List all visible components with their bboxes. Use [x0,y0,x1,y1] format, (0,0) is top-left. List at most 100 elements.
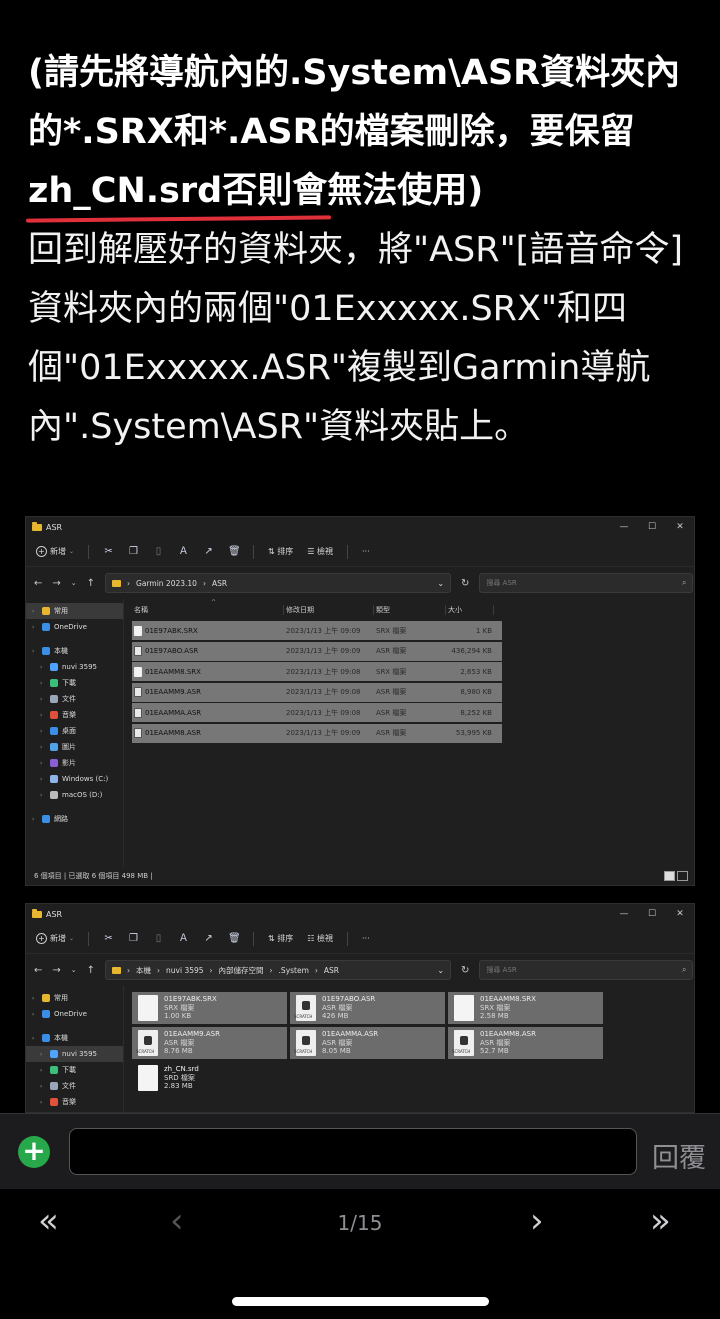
nav-item[interactable]: › 常用 [26,990,123,1006]
column-date[interactable]: 修改日期 [284,605,374,615]
address-bar[interactable]: › Garmin 2023.10 › ASR ⌄ [105,573,452,593]
table-row[interactable]: 01EAAMMA.ASR 2023/1/13 上午 09:08 ASR 檔案 8,25… [132,703,502,722]
copy-icon[interactable]: ❐ [128,933,139,944]
paste-icon[interactable]: ▯ [153,546,164,557]
chevron-right-icon[interactable]: › [40,1051,46,1058]
add-attachment-button[interactable]: + [18,1136,50,1168]
chevron-right-icon[interactable]: › [40,696,46,703]
copy-icon[interactable]: ❐ [128,546,139,557]
nav-item[interactable]: › nuvi 3595 [26,1046,123,1062]
breadcrumb-item[interactable]: .System [279,966,309,975]
chevron-right-icon[interactable]: › [40,1083,46,1090]
nav-item[interactable]: › 桌面 [26,723,123,739]
search-input[interactable]: 搜尋 ASR ⌕ [479,573,694,593]
file-tile[interactable]: 01EAAMM8.ASRASR 檔案52.7 MB [448,1027,603,1059]
more-button[interactable]: ··· [362,547,370,556]
column-size[interactable]: 大小 [446,605,494,615]
table-row[interactable]: 01EAAMM9.ASR 2023/1/13 上午 09:08 ASR 檔案 8,98… [132,682,502,702]
file-tile[interactable]: 01EAAMMA.ASRASR 檔案8.05 MB [290,1027,445,1059]
chevron-right-icon[interactable]: › [32,648,38,655]
chevron-right-icon[interactable]: › [32,1011,38,1018]
chevron-right-icon[interactable]: › [40,712,46,719]
nav-item[interactable]: › 本機 [26,643,123,659]
sort-button[interactable]: ⇅ 排序 [268,546,293,557]
address-bar[interactable]: › 本機 › nuvi 3595 › 內部儲存空間 › .System › AS… [105,960,452,980]
nav-item[interactable]: › 下載 [26,675,123,691]
nav-item[interactable]: › OneDrive [26,1006,123,1022]
new-button[interactable]: + 新增 ⌄ [36,546,74,557]
reply-input[interactable] [69,1128,637,1175]
chevron-down-icon[interactable]: ⌄ [437,579,444,588]
share-icon[interactable]: ↗ [203,933,214,944]
breadcrumb-item[interactable]: Garmin 2023.10 [136,579,197,588]
up-arrow-icon[interactable]: ↑ [87,578,95,589]
nav-item[interactable]: › 本機 [26,1030,123,1046]
close-button[interactable]: ✕ [666,522,694,532]
table-row[interactable]: 01EAAMM8.SRX 2023/1/13 上午 09:08 SRX 檔案 2,65… [132,662,502,681]
new-button[interactable]: + 新增 ⌄ [36,933,74,944]
nav-item[interactable]: › 音樂 [26,707,123,723]
chevron-right-icon[interactable]: › [40,744,46,751]
file-tile[interactable]: 01E97ABK.SRX SRX 檔案 1.00 KB [132,992,287,1024]
column-name[interactable]: 名稱 [132,605,284,615]
recent-chevron-icon[interactable]: ⌄ [71,966,77,974]
breadcrumb-item[interactable]: nuvi 3595 [166,966,204,975]
nav-item[interactable]: › 網路 [26,811,123,827]
nav-item[interactable]: › 音樂 [26,1094,123,1110]
refresh-icon[interactable]: ↻ [461,578,469,589]
first-page-button[interactable]: « [38,1201,59,1241]
sort-button[interactable]: ⇅ 排序 [268,933,293,944]
back-arrow-icon[interactable]: ← [34,965,42,976]
recent-chevron-icon[interactable]: ⌄ [71,579,77,587]
delete-icon[interactable]: 🗑 [228,933,241,944]
search-input[interactable]: 搜尋 ASR ⌕ [479,960,694,980]
chevron-down-icon[interactable]: ⌄ [437,966,444,975]
delete-icon[interactable]: 🗑 [228,546,241,557]
paste-icon[interactable]: ▯ [153,933,164,944]
file-tile[interactable]: zh_CN.srd SRD 檔案 2.83 MB [132,1062,287,1094]
share-icon[interactable]: ↗ [203,546,214,557]
minimize-button[interactable]: — [610,909,638,919]
file-tile[interactable]: 01EAAMM8.SRX SRX 檔案 2.58 MB [448,992,603,1024]
nav-item[interactable]: › 下載 [26,1062,123,1078]
chevron-right-icon[interactable]: › [40,760,46,767]
prev-page-button[interactable]: ‹ [170,1201,184,1241]
rename-icon[interactable]: Ａ [178,933,189,944]
chevron-right-icon[interactable]: › [40,664,46,671]
chevron-right-icon[interactable]: › [32,995,38,1002]
table-row[interactable]: 01EAAMM8.ASR 2023/1/13 上午 09:09 ASR 檔案 53,9… [132,723,502,743]
details-view-icon[interactable] [664,871,675,881]
table-row[interactable]: 01E97ABO.ASR 2023/1/13 上午 09:09 ASR 檔案 436,… [132,641,502,661]
nav-item[interactable]: › macOS (D:) [26,787,123,803]
table-row[interactable]: 01E97ABK.SRX 2023/1/13 上午 09:09 SRX 檔案 1 KB [132,621,502,640]
up-arrow-icon[interactable]: ↑ [87,965,95,976]
back-arrow-icon[interactable]: ← [34,578,42,589]
forward-arrow-icon[interactable]: → [52,965,60,976]
refresh-icon[interactable]: ↻ [461,965,469,976]
last-page-button[interactable]: » [650,1201,671,1241]
cut-icon[interactable]: ✂ [103,546,114,557]
nav-item[interactable]: › nuvi 3595 [26,659,123,675]
chevron-right-icon[interactable]: › [40,1099,46,1106]
nav-item[interactable]: › Windows (C:) [26,771,123,787]
close-button[interactable]: ✕ [666,909,694,919]
tiles-view-icon[interactable] [677,871,688,881]
chevron-right-icon[interactable]: › [40,728,46,735]
cut-icon[interactable]: ✂ [103,933,114,944]
breadcrumb-item[interactable]: 本機 [136,965,151,976]
breadcrumb-item[interactable]: ASR [324,966,339,975]
more-button[interactable]: ··· [362,934,370,943]
file-tile[interactable]: 01EAAMM9.ASRASR 檔案8.76 MB [132,1027,287,1059]
chevron-right-icon[interactable]: › [40,1067,46,1074]
file-tile[interactable]: 01E97ABO.ASRASR 檔案426 MB [290,992,445,1024]
maximize-button[interactable]: ☐ [638,522,666,532]
chevron-right-icon[interactable]: › [40,680,46,687]
breadcrumb-item[interactable]: ASR [212,579,227,588]
chevron-right-icon[interactable]: › [32,608,38,615]
chevron-right-icon[interactable]: › [32,816,38,823]
breadcrumb-item[interactable]: 內部儲存空間 [219,965,264,976]
maximize-button[interactable]: ☐ [638,909,666,919]
nav-item[interactable]: › 文件 [26,691,123,707]
nav-item[interactable]: › 文件 [26,1078,123,1094]
nav-item[interactable]: › 圖片 [26,739,123,755]
